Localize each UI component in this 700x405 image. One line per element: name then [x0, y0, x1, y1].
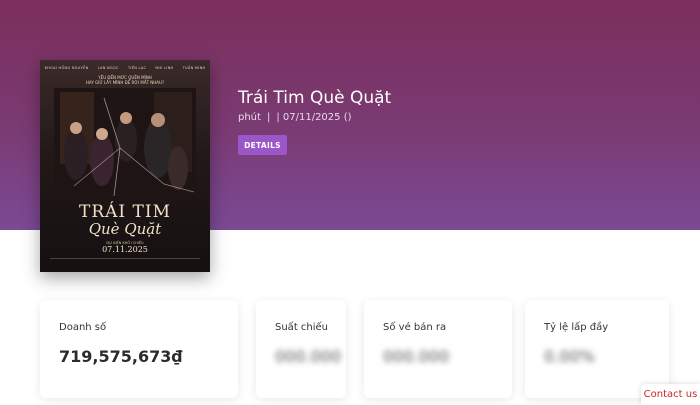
- movie-meta: phút | | 07/11/2025 (): [238, 112, 391, 123]
- movie-info: Trái Tim Què Quặt phút | | 07/11/2025 (): [238, 88, 391, 123]
- stat-card-tickets-sold: Số vé bán ra 000.000: [364, 300, 512, 398]
- poster-tagline-line2: HAY GIỮ LẤY MÌNH ĐỂ RỜI MẤT NHAU?: [85, 80, 165, 85]
- contact-us-button[interactable]: Contact us: [641, 384, 700, 405]
- stat-card-revenue: Doanh số 719,575,673₫: [40, 300, 238, 398]
- stat-value: 000.000: [275, 347, 342, 366]
- stat-label: Số vé bán ra: [383, 322, 447, 333]
- movie-release-date: | 07/11/2025 (): [276, 112, 352, 123]
- movie-poster: KHOAI HỒNG NGUYỄN LAN NGỌC TIẾN LẠC NHI …: [40, 60, 210, 272]
- meta-divider: |: [266, 112, 271, 123]
- poster-cast-name: NHI LINH: [155, 66, 174, 70]
- details-button[interactable]: DETAILS: [238, 135, 287, 155]
- poster-cast-name: KHOAI HỒNG NGUYỄN: [44, 66, 89, 70]
- stat-label: Doanh số: [59, 322, 107, 333]
- stat-value: 000.000: [383, 347, 450, 366]
- stat-card-showtimes: Suất chiếu 000.000: [256, 300, 346, 398]
- stat-value: 0.00%: [544, 347, 595, 366]
- poster-cast-name: TIẾN LẠC: [127, 66, 147, 70]
- poster-credits-block: [50, 258, 200, 266]
- poster-release-date: 07.11.2025: [102, 245, 148, 254]
- poster-cast-names: KHOAI HỒNG NGUYỄN LAN NGỌC TIẾN LẠC NHI …: [40, 66, 210, 70]
- poster-cast-name: TUẤN MINH: [182, 66, 206, 70]
- stat-label: Suất chiếu: [275, 322, 329, 333]
- poster-title-line2: Què Quặt: [88, 220, 162, 238]
- stat-label: Tỷ lệ lấp đầy: [544, 322, 609, 333]
- poster-artwork: [54, 88, 196, 198]
- stat-value: 719,575,673₫: [59, 347, 183, 366]
- poster-cast-name: LAN NGỌC: [97, 66, 119, 70]
- poster-tagline: YÊU ĐẾN MỨC QUÊN MÌNH HAY GIỮ LẤY MÌNH Đ…: [40, 75, 210, 85]
- movie-duration: phút: [238, 112, 261, 123]
- poster-title-line1: TRÁI TIM: [79, 202, 171, 222]
- movie-title: Trái Tim Què Quặt: [238, 88, 392, 108]
